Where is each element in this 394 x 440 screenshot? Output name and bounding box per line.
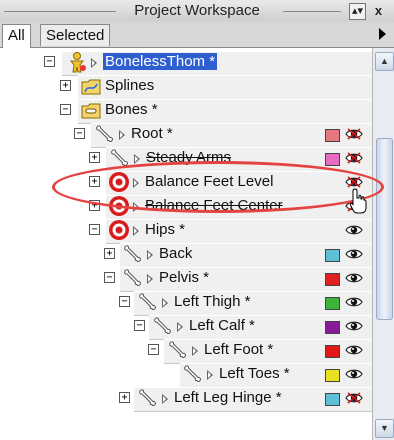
color-swatch[interactable] (325, 345, 340, 358)
collapse-icon[interactable]: − (74, 128, 85, 139)
tree-row[interactable]: − Root * (0, 122, 372, 148)
hidden-eye-icon[interactable] (345, 151, 363, 165)
tree-row[interactable]: − Pelvis * (0, 266, 372, 292)
tree-row[interactable]: − Hips * (0, 218, 372, 244)
play-arrow-icon[interactable] (177, 322, 183, 332)
tree-item-label: Left Leg Hinge * (174, 389, 282, 406)
color-swatch[interactable] (325, 153, 340, 166)
tree-item-label: Left Foot * (204, 341, 274, 358)
hidden-eye-icon[interactable] (345, 391, 363, 405)
tree-row[interactable]: + Back (0, 242, 372, 268)
hidden-eye-icon[interactable] (345, 127, 363, 141)
tab-scroll-arrow-icon[interactable] (379, 28, 386, 40)
bone-icon (137, 291, 159, 313)
bone-icon (122, 243, 144, 265)
expand-icon[interactable]: + (89, 152, 100, 163)
visible-eye-icon[interactable] (345, 343, 363, 357)
bone-icon (182, 363, 204, 385)
play-arrow-icon[interactable] (119, 130, 125, 140)
bone-icon (167, 339, 189, 361)
collapse-icon[interactable]: − (148, 344, 159, 355)
color-swatch[interactable] (325, 249, 340, 262)
tree-row[interactable]: + Splines (0, 74, 372, 100)
collapse-icon[interactable]: − (104, 272, 115, 283)
collapse-icon[interactable]: − (44, 56, 55, 67)
visible-eye-icon[interactable] (345, 223, 363, 237)
play-arrow-icon[interactable] (134, 154, 140, 164)
tree-item-label: Bones * (105, 101, 158, 118)
tree-row[interactable]: Left Toes * (0, 362, 372, 388)
title-bar: Project Workspace ▴▾ x (0, 0, 394, 23)
window-title: Project Workspace (130, 2, 264, 19)
tree-item-label: BonelessThom * (103, 53, 218, 70)
color-swatch[interactable] (325, 273, 340, 286)
play-arrow-icon[interactable] (133, 226, 139, 236)
color-swatch[interactable] (325, 321, 340, 334)
bones-folder-icon (80, 99, 102, 121)
tree-row[interactable]: + Left Leg Hinge * (0, 386, 372, 412)
bone-icon (94, 123, 116, 145)
collapse-icon[interactable]: − (134, 320, 145, 331)
collapse-icon[interactable]: − (60, 104, 71, 115)
tree-item-label: Root * (131, 125, 173, 142)
target-icon (108, 219, 130, 241)
color-swatch[interactable] (325, 393, 340, 406)
play-arrow-icon[interactable] (162, 298, 168, 308)
tree-row[interactable]: − Left Foot * (0, 338, 372, 364)
visible-eye-icon[interactable] (345, 271, 363, 285)
splines-folder-icon (80, 75, 102, 97)
play-arrow-icon[interactable] (147, 274, 153, 284)
collapse-icon[interactable]: − (119, 296, 130, 307)
project-workspace-window: Project Workspace ▴▾ x All Selected − Bon… (0, 0, 394, 440)
tree-row[interactable]: − Left Calf * (0, 314, 372, 340)
play-arrow-icon[interactable] (162, 394, 168, 404)
expand-icon[interactable]: + (104, 248, 115, 259)
close-button[interactable]: x (371, 3, 386, 18)
collapse-icon[interactable]: − (89, 224, 100, 235)
scroll-down-button[interactable]: ▼ (375, 419, 394, 438)
pin-button[interactable]: ▴▾ (349, 3, 366, 20)
color-swatch[interactable] (325, 129, 340, 142)
tree-item-label: Back (159, 245, 193, 262)
bone-icon (122, 267, 144, 289)
window-title-wrap: Project Workspace (0, 2, 394, 19)
visible-eye-icon[interactable] (345, 247, 363, 261)
play-arrow-icon[interactable] (147, 250, 153, 260)
character-icon (66, 51, 88, 73)
color-swatch[interactable] (325, 369, 340, 382)
play-arrow-icon[interactable] (91, 58, 97, 68)
bone-icon (137, 387, 159, 409)
tree-item-label: Pelvis * (159, 269, 210, 286)
expand-icon[interactable]: + (60, 80, 71, 91)
scroll-thumb[interactable] (376, 138, 393, 320)
tab-bar: All Selected (0, 22, 394, 48)
visible-eye-icon[interactable] (345, 295, 363, 309)
tree-row[interactable]: − BonelessThom * (0, 50, 372, 76)
vertical-scrollbar[interactable]: ▲ ▼ (372, 48, 394, 440)
color-swatch[interactable] (325, 297, 340, 310)
tab-selected[interactable]: Selected (40, 24, 111, 46)
tree-item-label: Left Toes * (219, 365, 290, 382)
tree-row[interactable]: − Left Thigh * (0, 290, 372, 316)
play-arrow-icon[interactable] (192, 346, 198, 356)
hand-cursor-icon (349, 188, 367, 214)
workspace-tree: − BonelessThom * + Splines − Bones * − Root * + S… (0, 48, 372, 440)
play-arrow-icon[interactable] (207, 370, 213, 380)
tree-item-label: Left Calf * (189, 317, 255, 334)
highlight-ellipse (52, 161, 384, 213)
scroll-up-button[interactable]: ▲ (375, 52, 394, 71)
tree-row[interactable]: − Bones * (0, 98, 372, 124)
visible-eye-icon[interactable] (345, 367, 363, 381)
bone-icon (152, 315, 174, 337)
visible-eye-icon[interactable] (345, 319, 363, 333)
tree-item-label: Hips * (145, 221, 186, 238)
tab-all[interactable]: All (2, 24, 31, 48)
expand-icon[interactable]: + (119, 392, 130, 403)
tree-item-label: Splines (105, 77, 155, 94)
tree-item-label: Left Thigh * (174, 293, 251, 310)
